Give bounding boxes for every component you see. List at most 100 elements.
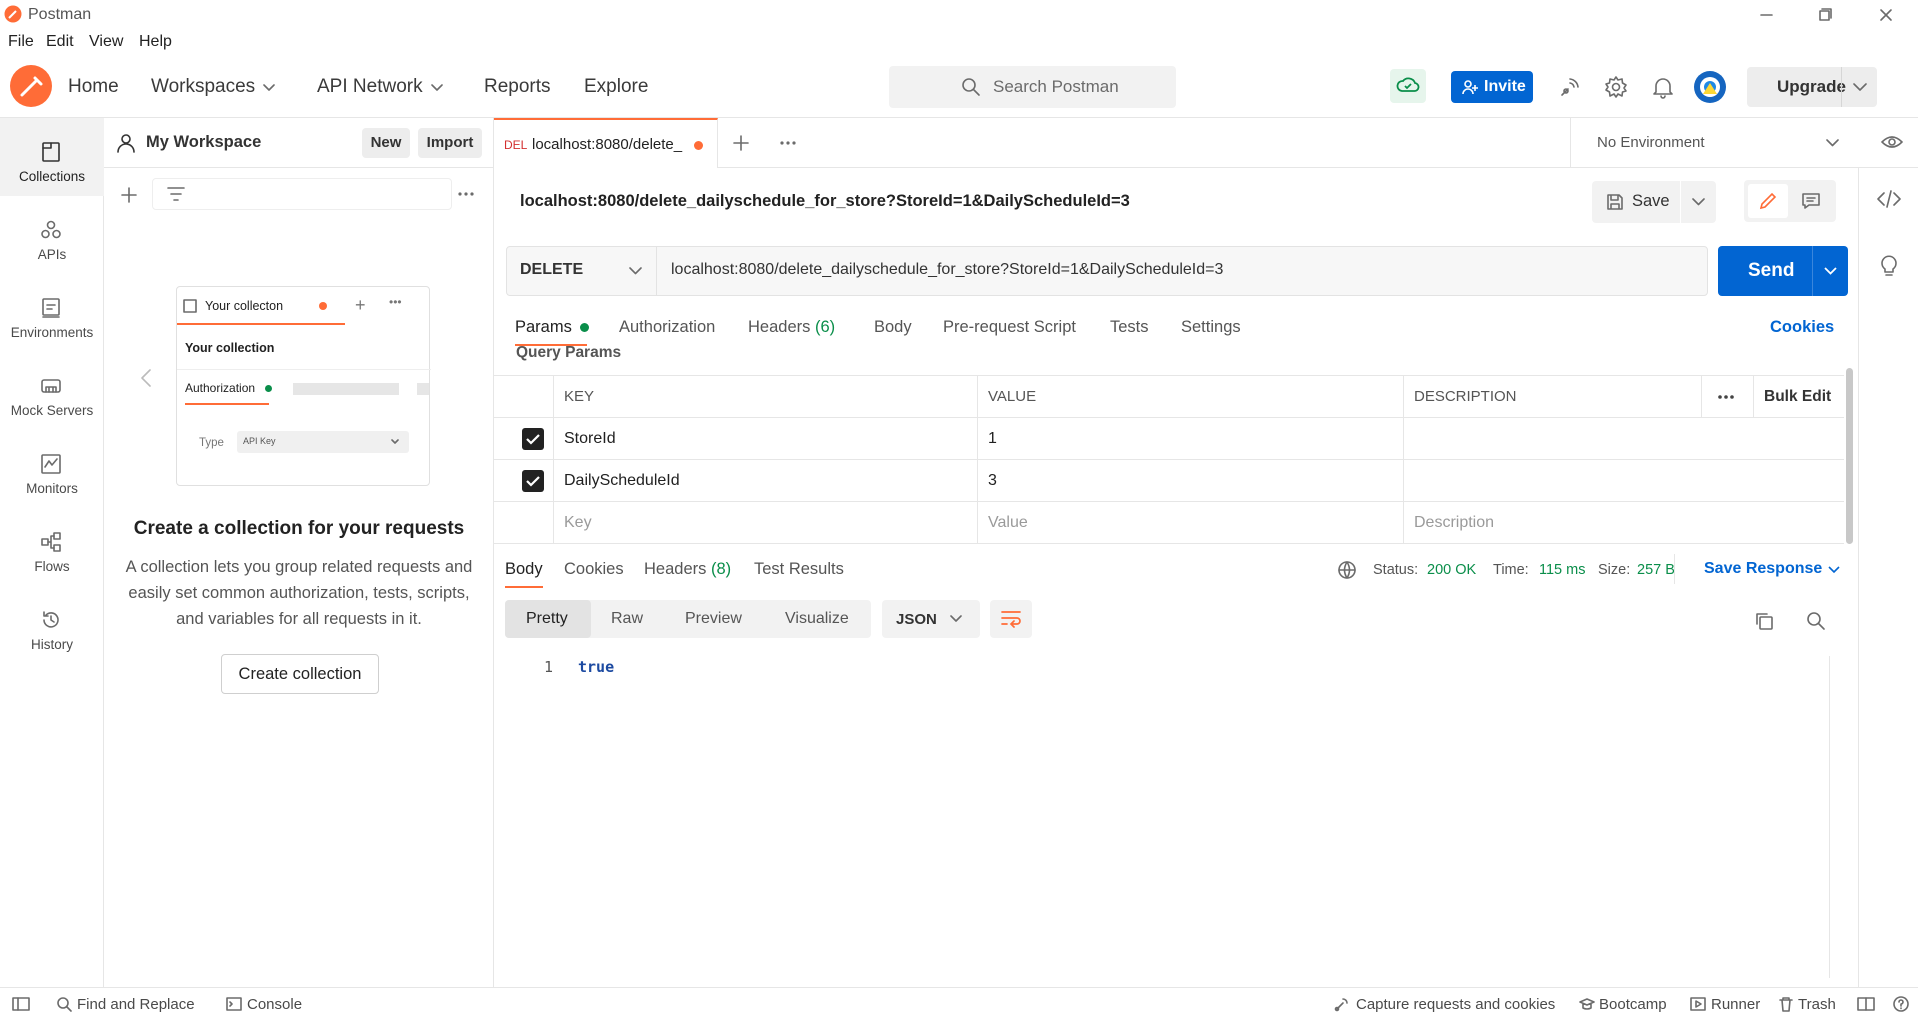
menu-help[interactable]: Help <box>139 33 172 51</box>
lightbulb-icon[interactable] <box>1879 252 1899 276</box>
sidebar-item-mock-servers[interactable]: Mock Servers <box>0 352 104 430</box>
import-button[interactable]: Import <box>418 128 482 158</box>
runner-button[interactable]: Runner <box>1711 996 1760 1013</box>
wrap-lines-button[interactable] <box>990 600 1032 638</box>
request-title[interactable]: localhost:8080/delete_dailyschedule_for_… <box>520 192 1130 211</box>
help-icon[interactable] <box>1893 996 1909 1012</box>
console-button[interactable]: Console <box>247 996 302 1013</box>
trash-button[interactable]: Trash <box>1798 996 1836 1013</box>
comment-icon[interactable] <box>1801 192 1821 210</box>
bootcamp-button[interactable]: Bootcamp <box>1599 996 1667 1013</box>
bulk-edit-button[interactable]: Bulk Edit <box>1754 376 1844 418</box>
menu-file[interactable]: File <box>8 33 34 51</box>
param-checkbox[interactable] <box>522 428 544 450</box>
restore-icon[interactable] <box>1814 4 1836 26</box>
cookies-link[interactable]: Cookies <box>1770 318 1834 337</box>
more-tabs-icon[interactable] <box>778 138 798 148</box>
param-description-cell[interactable] <box>1404 418 1844 460</box>
method-select[interactable]: DELETE <box>507 247 657 295</box>
edit-mode-button[interactable] <box>1748 184 1788 218</box>
url-input[interactable]: localhost:8080/delete_dailyschedule_for_… <box>671 261 1223 279</box>
environment-selector[interactable]: No Environment <box>1570 118 1854 168</box>
tab-body[interactable]: Body <box>874 318 912 337</box>
plus-icon[interactable] <box>120 186 138 204</box>
sidebar-item-history[interactable]: History <box>0 586 104 664</box>
workspace-name[interactable]: My Workspace <box>146 133 261 152</box>
postman-logo-icon[interactable] <box>10 65 52 107</box>
time-value[interactable]: 115 ms <box>1539 562 1585 578</box>
view-raw[interactable]: Raw <box>611 610 643 628</box>
two-pane-icon[interactable] <box>1857 996 1875 1012</box>
search-icon[interactable] <box>1806 611 1826 631</box>
param-description-cell[interactable] <box>1404 460 1844 502</box>
params-scrollbar[interactable] <box>1846 368 1853 544</box>
menu-view[interactable]: View <box>89 33 123 51</box>
eye-icon[interactable] <box>1880 132 1904 152</box>
tab-tests[interactable]: Tests <box>1110 318 1149 337</box>
upgrade-button[interactable]: Upgrade <box>1747 67 1877 107</box>
capture-requests-button[interactable]: Capture requests and cookies <box>1356 996 1555 1013</box>
param-value-cell[interactable]: 3 <box>978 460 1404 502</box>
find-replace-button[interactable]: Find and Replace <box>77 996 195 1013</box>
bell-icon[interactable] <box>1652 75 1674 99</box>
tab-params[interactable]: Params <box>515 318 590 337</box>
nav-home[interactable]: Home <box>68 76 119 98</box>
status-value[interactable]: 200 OK <box>1427 562 1476 578</box>
param-checkbox[interactable] <box>522 470 544 492</box>
save-response-button[interactable]: Save Response <box>1704 560 1822 578</box>
new-button[interactable]: New <box>362 128 410 158</box>
sidebar-item-flows[interactable]: Flows <box>0 508 104 586</box>
send-button[interactable]: Send <box>1748 260 1794 282</box>
invite-button[interactable]: Invite <box>1451 71 1533 103</box>
globe-icon[interactable] <box>1337 560 1357 580</box>
new-param-description-input[interactable]: Description <box>1404 502 1844 544</box>
request-tab[interactable]: DEL localhost:8080/delete_ <box>494 118 718 168</box>
table-more-options[interactable] <box>1702 376 1754 418</box>
chevron-left-icon[interactable] <box>140 368 152 388</box>
filter-input[interactable] <box>152 178 452 210</box>
sidebar-item-environments[interactable]: Environments <box>0 274 104 352</box>
response-tab-cookies[interactable]: Cookies <box>564 560 624 579</box>
tab-headers[interactable]: Headers (6) <box>748 318 835 337</box>
minimize-icon[interactable] <box>1755 4 1777 26</box>
save-button[interactable]: Save <box>1592 181 1680 223</box>
size-value[interactable]: 257 B <box>1637 562 1675 578</box>
chevron-down-icon[interactable] <box>1853 83 1867 92</box>
more-options-icon[interactable] <box>456 186 476 202</box>
nav-reports[interactable]: Reports <box>484 76 551 98</box>
param-key-cell[interactable]: DailyScheduleId <box>554 460 978 502</box>
code-icon[interactable] <box>1877 190 1901 208</box>
satellite-icon[interactable] <box>1558 75 1582 99</box>
chevron-down-icon[interactable] <box>1828 566 1840 574</box>
param-key-cell[interactable]: StoreId <box>554 418 978 460</box>
tab-authorization[interactable]: Authorization <box>619 318 715 337</box>
response-body-editor[interactable]: 1 true <box>494 652 1830 978</box>
sidebar-toggle-icon[interactable] <box>12 996 30 1012</box>
menu-edit[interactable]: Edit <box>46 33 74 51</box>
search-bar[interactable]: Search Postman <box>889 66 1176 108</box>
create-collection-button[interactable]: Create collection <box>221 654 379 694</box>
view-preview[interactable]: Preview <box>685 610 742 628</box>
tab-pre-request-script[interactable]: Pre-request Script <box>943 318 1076 337</box>
sidebar-item-collections[interactable]: Collections <box>0 118 104 196</box>
new-param-key-input[interactable]: Key <box>554 502 978 544</box>
format-select[interactable]: JSON <box>882 600 980 638</box>
new-tab-plus-icon[interactable] <box>732 134 750 152</box>
nav-explore[interactable]: Explore <box>584 76 648 98</box>
response-tab-headers[interactable]: Headers (8) <box>644 560 731 579</box>
new-param-value-input[interactable]: Value <box>978 502 1404 544</box>
close-icon[interactable] <box>1875 4 1897 26</box>
sync-status[interactable] <box>1390 69 1426 103</box>
chevron-down-icon[interactable] <box>1824 267 1837 275</box>
response-tab-body[interactable]: Body <box>505 560 543 579</box>
sidebar-item-apis[interactable]: APIs <box>0 196 104 274</box>
avatar[interactable] <box>1693 70 1727 104</box>
copy-icon[interactable] <box>1754 611 1774 631</box>
response-tab-test-results[interactable]: Test Results <box>754 560 844 579</box>
nav-api-network[interactable]: API Network <box>317 76 443 98</box>
gear-icon[interactable] <box>1604 75 1628 99</box>
param-value-cell[interactable]: 1 <box>978 418 1404 460</box>
nav-workspaces[interactable]: Workspaces <box>151 76 275 98</box>
sidebar-item-monitors[interactable]: Monitors <box>0 430 104 508</box>
view-visualize[interactable]: Visualize <box>785 610 849 628</box>
